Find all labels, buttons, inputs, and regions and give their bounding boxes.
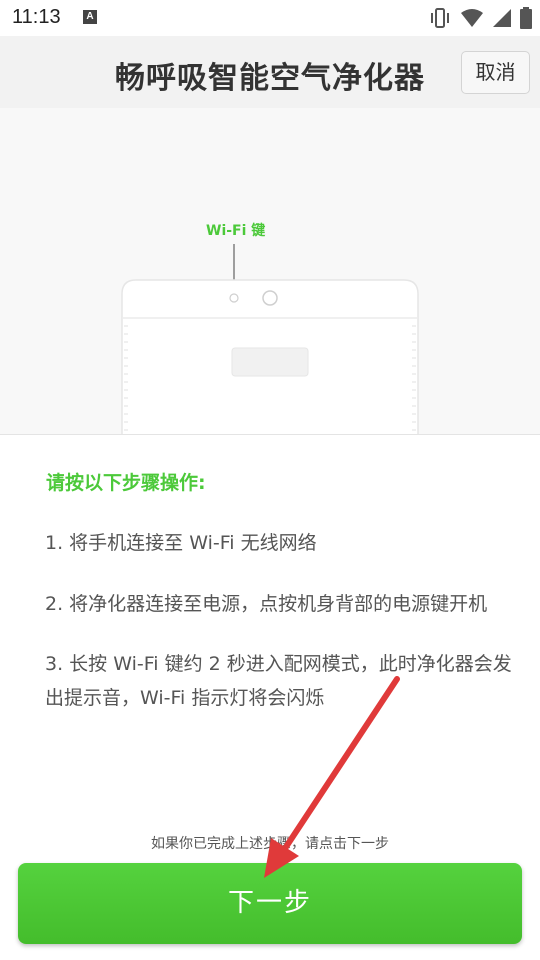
vibrate-icon (431, 8, 449, 28)
instruction-step-2: 2. 将净化器连接至电源，点按机身背部的电源键开机 (45, 593, 488, 615)
purifier-device-image (121, 244, 419, 435)
status-bar: 11:13 A (0, 0, 540, 36)
hint-text: 如果你已完成上述步骤，请点击下一步 (151, 836, 389, 852)
wifi-icon (461, 9, 483, 27)
device-illustration: Wi-Fi 键 (0, 108, 540, 435)
cancel-button[interactable]: 取消 (461, 51, 530, 94)
divider (0, 434, 540, 435)
next-step-button[interactable]: 下一步 (18, 863, 522, 944)
notification-icon: A (83, 10, 97, 24)
battery-icon (520, 7, 532, 29)
instruction-step-1: 1. 将手机连接至 Wi-Fi 无线网络 (45, 532, 317, 554)
status-icons (428, 6, 532, 30)
header: 畅呼吸智能空气净化器 取消 (0, 36, 540, 108)
page-title: 畅呼吸智能空气净化器 (115, 61, 425, 96)
instruction-step-3: 3. 长按 Wi-Fi 键约 2 秒进入配网模式，此时净化器会发出提示音，Wi-… (45, 653, 512, 709)
instructions-heading: 请按以下步骤操作: (46, 472, 206, 494)
signal-icon (493, 9, 511, 27)
status-time: 11:13 (12, 6, 61, 28)
